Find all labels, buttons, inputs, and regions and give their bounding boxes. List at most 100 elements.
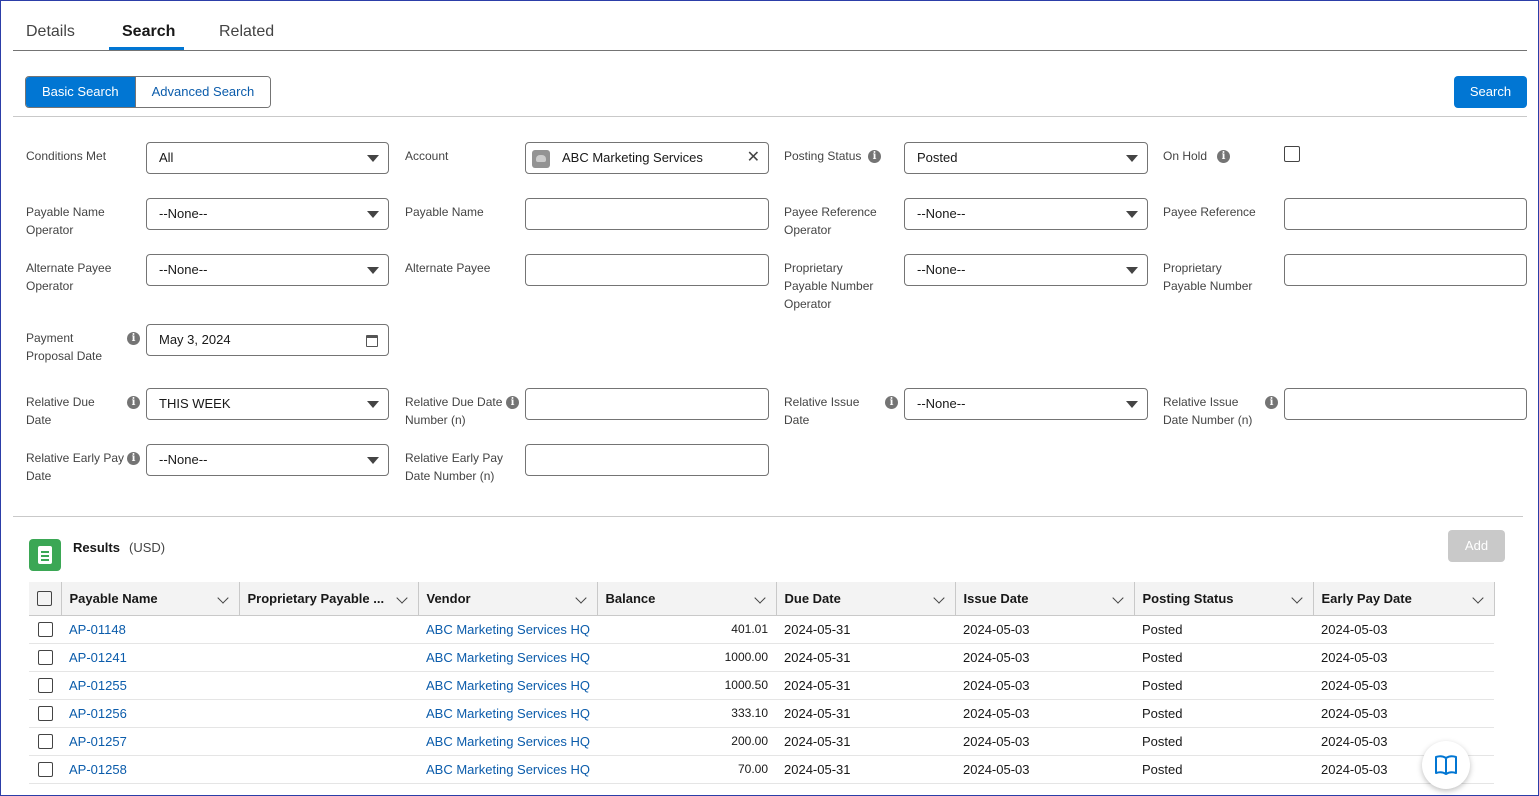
- row-checkbox[interactable]: [37, 706, 53, 722]
- column-header-issue-date[interactable]: Issue Date: [955, 582, 1135, 616]
- info-icon[interactable]: i: [506, 396, 519, 409]
- row-checkbox[interactable]: [37, 734, 53, 750]
- relative-due-date-label: Relative Due Date: [26, 395, 95, 427]
- row-checkbox[interactable]: [37, 622, 53, 638]
- relative-early-pay-date-number-label: Relative Early Pay Date Number (n): [405, 451, 504, 483]
- relative-early-pay-date-value: --None--: [159, 452, 208, 467]
- relative-issue-date-number-input[interactable]: [1284, 388, 1527, 420]
- on-hold-checkbox[interactable]: [1284, 146, 1300, 162]
- payable-name-input[interactable]: [525, 198, 769, 230]
- divider: [13, 516, 1523, 517]
- help-button[interactable]: [1422, 741, 1470, 789]
- proprietary-cell: [239, 615, 418, 644]
- chevron-down-icon[interactable]: [753, 592, 766, 604]
- issue-date-cell: 2024-05-03: [955, 755, 1134, 784]
- vendor-link[interactable]: ABC Marketing Services HQ: [418, 727, 597, 756]
- alternate-payee-operator-select[interactable]: --None--: [146, 254, 389, 286]
- chevron-down-icon[interactable]: [1290, 592, 1303, 604]
- info-icon[interactable]: i: [1217, 150, 1230, 163]
- column-header-early-pay-date[interactable]: Early Pay Date: [1313, 582, 1495, 616]
- proprietary-payable-number-input[interactable]: [1284, 254, 1527, 286]
- chevron-down-icon[interactable]: [395, 592, 408, 604]
- payable-name-link[interactable]: AP-01241: [61, 643, 239, 672]
- relative-due-date-number-input[interactable]: [525, 388, 769, 420]
- chevron-down-icon: [367, 267, 379, 274]
- chevron-down-icon[interactable]: [1471, 592, 1484, 604]
- posting-status-cell: Posted: [1134, 727, 1313, 756]
- vendor-link[interactable]: ABC Marketing Services HQ: [418, 755, 597, 784]
- tab-related[interactable]: Related: [219, 23, 274, 41]
- posting-status-cell: Posted: [1134, 671, 1313, 700]
- proprietary-payable-number-operator-select[interactable]: --None--: [904, 254, 1148, 286]
- payment-proposal-date-input[interactable]: May 3, 2024: [146, 324, 389, 356]
- relative-issue-date-value: --None--: [917, 396, 966, 411]
- advanced-search-button[interactable]: Advanced Search: [134, 77, 271, 107]
- table-row: AP-01241 ABC Marketing Services HQ 1000.…: [29, 643, 1494, 672]
- row-checkbox[interactable]: [37, 762, 53, 778]
- account-value: ABC Marketing Services: [562, 150, 703, 165]
- payable-name-link[interactable]: AP-01258: [61, 755, 239, 784]
- info-icon[interactable]: i: [127, 452, 140, 465]
- relative-due-date-value: THIS WEEK: [159, 396, 231, 411]
- due-date-cell: 2024-05-31: [776, 727, 955, 756]
- calendar-icon[interactable]: [366, 335, 378, 347]
- conditions-met-label: Conditions Met: [26, 149, 107, 163]
- chevron-down-icon: [1126, 155, 1138, 162]
- payee-reference-operator-value: --None--: [917, 206, 966, 221]
- chevron-down-icon[interactable]: [1111, 592, 1124, 604]
- info-icon[interactable]: i: [885, 396, 898, 409]
- relative-early-pay-date-select[interactable]: --None--: [146, 444, 389, 476]
- alternate-payee-label: Alternate Payee: [405, 261, 491, 275]
- column-header-vendor[interactable]: Vendor: [418, 582, 598, 616]
- close-icon[interactable]: ✕: [747, 143, 760, 173]
- column-header-payable-name[interactable]: Payable Name: [61, 582, 240, 616]
- table-row: AP-01255 ABC Marketing Services HQ 1000.…: [29, 671, 1494, 700]
- vendor-link[interactable]: ABC Marketing Services HQ: [418, 615, 597, 644]
- payee-reference-input[interactable]: [1284, 198, 1527, 230]
- search-button[interactable]: Search: [1454, 76, 1527, 108]
- chevron-down-icon[interactable]: [932, 592, 945, 604]
- info-icon[interactable]: i: [868, 150, 881, 163]
- basic-search-button[interactable]: Basic Search: [26, 77, 135, 107]
- vendor-link[interactable]: ABC Marketing Services HQ: [418, 699, 597, 728]
- vendor-link[interactable]: ABC Marketing Services HQ: [418, 643, 597, 672]
- relative-issue-date-select[interactable]: --None--: [904, 388, 1148, 420]
- payable-name-link[interactable]: AP-01257: [61, 727, 239, 756]
- account-lookup[interactable]: ABC Marketing Services ✕: [525, 142, 769, 174]
- row-checkbox[interactable]: [37, 678, 53, 694]
- column-header-balance[interactable]: Balance: [597, 582, 777, 616]
- select-all-checkbox[interactable]: [37, 591, 53, 607]
- chevron-down-icon: [1126, 267, 1138, 274]
- table-row: AP-01148 ABC Marketing Services HQ 401.0…: [29, 615, 1494, 644]
- payable-name-operator-select[interactable]: --None--: [146, 198, 389, 230]
- info-icon[interactable]: i: [1265, 396, 1278, 409]
- info-icon[interactable]: i: [127, 396, 140, 409]
- column-header-due-date[interactable]: Due Date: [776, 582, 956, 616]
- book-open-icon: [1435, 755, 1457, 775]
- row-checkbox[interactable]: [37, 650, 53, 666]
- chevron-down-icon[interactable]: [216, 592, 229, 604]
- relative-issue-date-label: Relative Issue Date: [784, 395, 860, 427]
- chevron-down-icon[interactable]: [574, 592, 587, 604]
- column-header-posting-status[interactable]: Posting Status: [1134, 582, 1314, 616]
- posting-status-select[interactable]: Posted: [904, 142, 1148, 174]
- column-header-proprietary-payable[interactable]: Proprietary Payable ...: [239, 582, 419, 616]
- table-header-row: Payable Name Proprietary Payable ... Ven…: [29, 582, 1495, 616]
- info-icon[interactable]: i: [127, 332, 140, 345]
- payable-name-link[interactable]: AP-01256: [61, 699, 239, 728]
- balance-cell: 333.10: [597, 699, 776, 728]
- relative-early-pay-date-number-input[interactable]: [525, 444, 769, 476]
- add-button[interactable]: Add: [1448, 530, 1505, 562]
- payable-name-link[interactable]: AP-01148: [61, 615, 239, 644]
- table-row: AP-01258 ABC Marketing Services HQ 70.00…: [29, 755, 1494, 784]
- tab-search[interactable]: Search: [122, 23, 175, 41]
- alternate-payee-input[interactable]: [525, 254, 769, 286]
- payable-name-link[interactable]: AP-01255: [61, 671, 239, 700]
- proprietary-payable-number-operator-value: --None--: [917, 262, 966, 277]
- payee-reference-operator-select[interactable]: --None--: [904, 198, 1148, 230]
- tab-details[interactable]: Details: [26, 23, 75, 41]
- proprietary-cell: [239, 727, 418, 756]
- vendor-link[interactable]: ABC Marketing Services HQ: [418, 671, 597, 700]
- relative-due-date-select[interactable]: THIS WEEK: [146, 388, 389, 420]
- conditions-met-select[interactable]: All: [146, 142, 389, 174]
